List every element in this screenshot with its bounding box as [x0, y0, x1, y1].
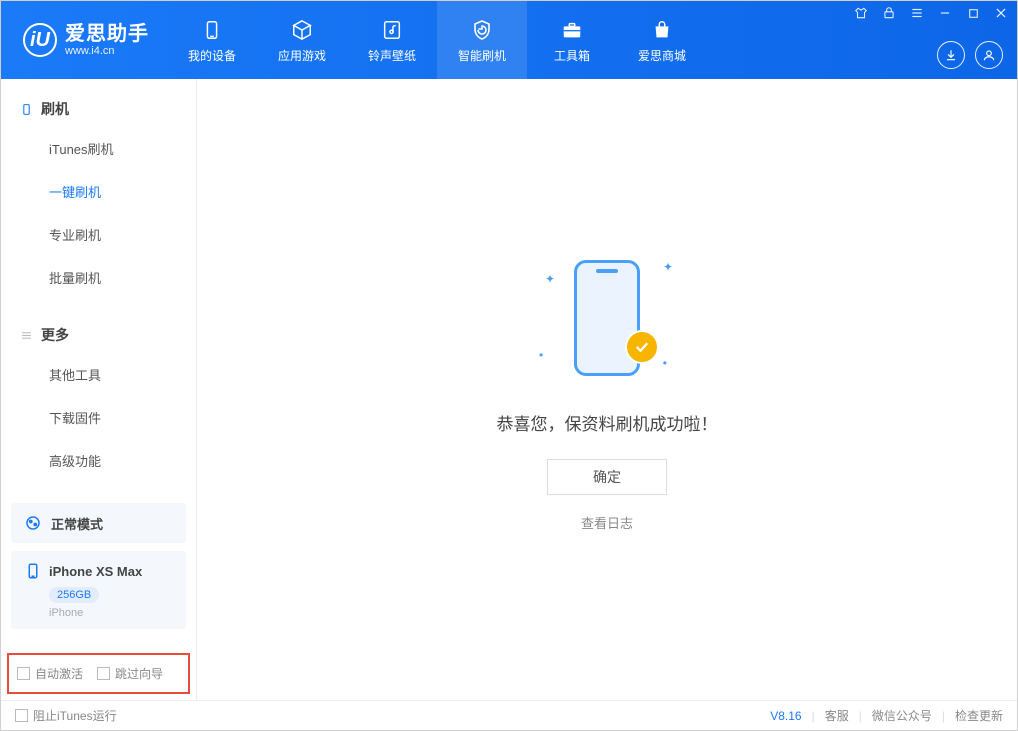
- header-actions: [937, 41, 1003, 69]
- main-content: ✦ ✦ • • 恭喜您，保资料刷机成功啦！ 确定 查看日志: [197, 79, 1017, 700]
- statusbar-right: V8.16 | 客服 | 微信公众号 | 检查更新: [770, 707, 1003, 724]
- sidebar-item-advanced[interactable]: 高级功能: [1, 439, 196, 482]
- device-name: iPhone XS Max: [49, 564, 142, 579]
- checkbox-block-itunes[interactable]: 阻止iTunes运行: [15, 707, 117, 724]
- sidebar-head-label: 刷机: [41, 99, 69, 119]
- music-icon: [379, 17, 405, 43]
- device-type: iPhone: [49, 607, 83, 619]
- list-icon: [19, 328, 33, 342]
- nav-my-device[interactable]: 我的设备: [167, 1, 257, 79]
- nav-label: 工具箱: [554, 47, 590, 64]
- nav-ringtones-wallpapers[interactable]: 铃声壁纸: [347, 1, 437, 79]
- sidebar: 刷机 iTunes刷机 一键刷机 专业刷机 批量刷机 更多 其他工具 下载固件 …: [1, 79, 197, 700]
- sidebar-item-pro-flash[interactable]: 专业刷机: [1, 213, 196, 256]
- close-icon[interactable]: [993, 5, 1009, 21]
- sidebar-section-more: 更多 其他工具 下载固件 高级功能: [1, 305, 196, 488]
- logo-text: 爱思助手 www.i4.cn: [65, 23, 149, 57]
- success-message: 恭喜您，保资料刷机成功啦！: [497, 410, 718, 435]
- sidebar-head-more: 更多: [1, 311, 196, 353]
- spark-icon: •: [539, 348, 543, 362]
- support-link[interactable]: 客服: [825, 707, 849, 724]
- nav-label: 爱思商城: [638, 47, 686, 64]
- wechat-link[interactable]: 微信公众号: [872, 707, 932, 724]
- checkbox-label: 跳过向导: [115, 665, 163, 682]
- maximize-icon[interactable]: [965, 5, 981, 21]
- statusbar: 阻止iTunes运行 V8.16 | 客服 | 微信公众号 | 检查更新: [1, 700, 1017, 730]
- sidebar-item-itunes-flash[interactable]: iTunes刷机: [1, 127, 196, 170]
- logo-sub: www.i4.cn: [65, 45, 149, 57]
- success-check-icon: [625, 330, 659, 364]
- logo-icon: iU: [23, 23, 57, 57]
- sidebar-item-other-tools[interactable]: 其他工具: [1, 353, 196, 396]
- sidebar-item-batch-flash[interactable]: 批量刷机: [1, 256, 196, 299]
- spark-icon: •: [663, 356, 667, 370]
- separator: |: [942, 709, 945, 723]
- nav-label: 我的设备: [188, 47, 236, 64]
- check-update-link[interactable]: 检查更新: [955, 707, 1003, 724]
- sidebar-item-onekey-flash[interactable]: 一键刷机: [1, 170, 196, 213]
- sidebar-head-label: 更多: [41, 325, 69, 345]
- phone-icon: [23, 561, 43, 581]
- nav-store[interactable]: 爱思商城: [617, 1, 707, 79]
- success-illustration: ✦ ✦ • •: [537, 248, 677, 388]
- view-log-link[interactable]: 查看日志: [581, 513, 633, 532]
- mode-icon: [23, 513, 43, 533]
- device-card[interactable]: iPhone XS Max 256GB iPhone: [11, 551, 186, 629]
- sidebar-item-download-firmware[interactable]: 下载固件: [1, 396, 196, 439]
- checkbox-auto-activate[interactable]: 自动激活: [17, 665, 83, 682]
- nav: 我的设备 应用游戏 铃声壁纸 智能刷机 工具箱 爱思商城: [167, 1, 707, 79]
- checkbox-label: 阻止iTunes运行: [33, 707, 117, 724]
- phone-icon: [19, 102, 33, 116]
- sidebar-head-flash: 刷机: [1, 85, 196, 127]
- nav-apps-games[interactable]: 应用游戏: [257, 1, 347, 79]
- cube-icon: [289, 17, 315, 43]
- checkbox-icon: [15, 709, 28, 722]
- window-controls: [853, 5, 1009, 21]
- logo-title: 爱思助手: [65, 23, 149, 45]
- nav-label: 应用游戏: [278, 47, 326, 64]
- version-label: V8.16: [770, 709, 801, 723]
- nav-smart-flash[interactable]: 智能刷机: [437, 1, 527, 79]
- mode-card[interactable]: 正常模式: [11, 503, 186, 543]
- menu-icon[interactable]: [909, 5, 925, 21]
- checkbox-icon: [17, 667, 30, 680]
- body: 刷机 iTunes刷机 一键刷机 专业刷机 批量刷机 更多 其他工具 下载固件 …: [1, 79, 1017, 700]
- device-capacity: 256GB: [49, 587, 99, 603]
- checkbox-skip-guide[interactable]: 跳过向导: [97, 665, 163, 682]
- mode-label: 正常模式: [51, 514, 103, 533]
- statusbar-left: 阻止iTunes运行: [15, 707, 117, 724]
- separator: |: [812, 709, 815, 723]
- bottom-options-highlighted: 自动激活 跳过向导: [7, 653, 190, 694]
- checkbox-label: 自动激活: [35, 665, 83, 682]
- separator: |: [859, 709, 862, 723]
- lock-icon[interactable]: [881, 5, 897, 21]
- nav-toolbox[interactable]: 工具箱: [527, 1, 617, 79]
- download-button[interactable]: [937, 41, 965, 69]
- minimize-icon[interactable]: [937, 5, 953, 21]
- user-button[interactable]: [975, 41, 1003, 69]
- sidebar-section-flash: 刷机 iTunes刷机 一键刷机 专业刷机 批量刷机: [1, 79, 196, 305]
- nav-label: 铃声壁纸: [368, 47, 416, 64]
- spark-icon: ✦: [663, 260, 673, 274]
- logo[interactable]: iU 爱思助手 www.i4.cn: [1, 1, 167, 79]
- toolbox-icon: [559, 17, 585, 43]
- device-cards: 正常模式 iPhone XS Max 256GB iPhone: [1, 493, 196, 647]
- shirt-icon[interactable]: [853, 5, 869, 21]
- bag-icon: [649, 17, 675, 43]
- shield-icon: [469, 17, 495, 43]
- checkbox-icon: [97, 667, 110, 680]
- header: iU 爱思助手 www.i4.cn 我的设备 应用游戏 铃声壁纸 智能刷机 工具…: [1, 1, 1017, 79]
- device-icon: [199, 17, 225, 43]
- spark-icon: ✦: [545, 272, 555, 286]
- nav-label: 智能刷机: [458, 47, 506, 64]
- ok-button[interactable]: 确定: [547, 459, 667, 495]
